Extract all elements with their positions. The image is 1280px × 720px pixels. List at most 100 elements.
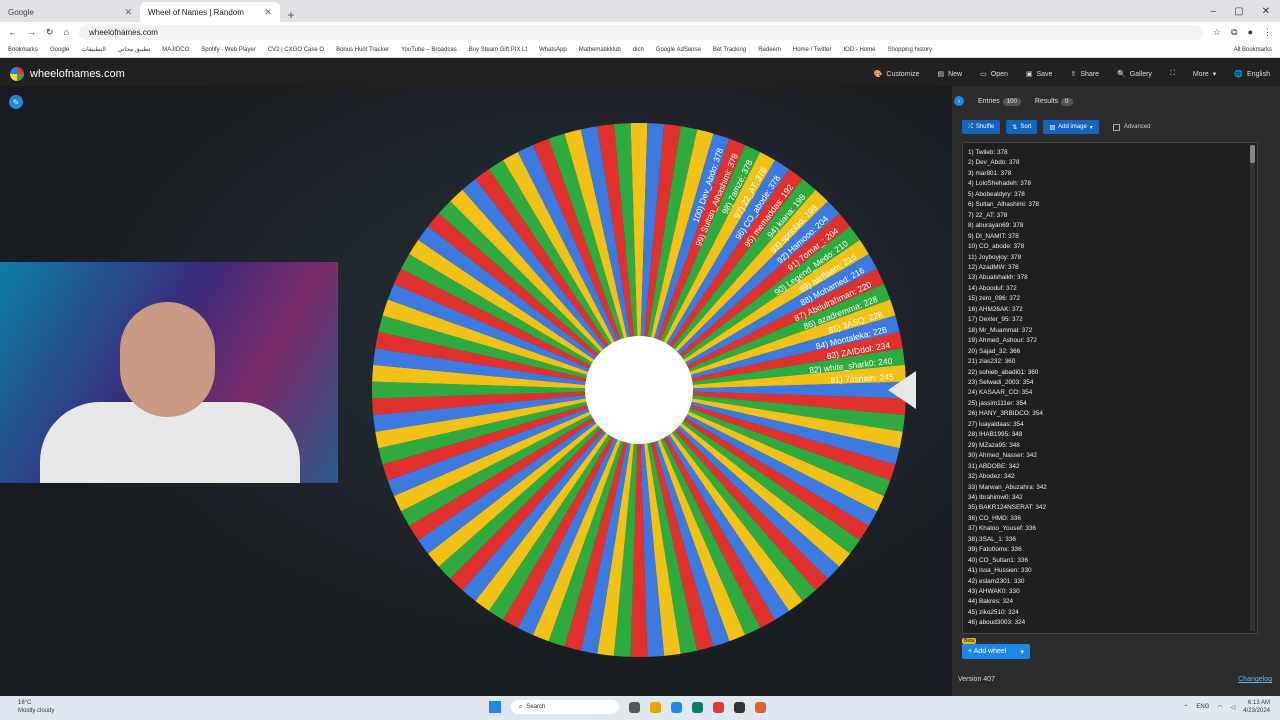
- wifi-icon[interactable]: ◠: [1217, 704, 1222, 711]
- entries-panel: › Entries 100 Results 0 ⤮ Shuffle ⇅ Sort ▨ Ad…: [952, 86, 1280, 696]
- app-icon[interactable]: [755, 701, 766, 713]
- chevron-down-icon[interactable]: ▾: [1020, 648, 1024, 656]
- volume-icon[interactable]: ◁: [1231, 704, 1236, 711]
- entry-line: 37) Khaloo_Yousef: 336: [968, 525, 1036, 533]
- all-bookmarks[interactable]: All Bookmarks: [1234, 47, 1272, 53]
- profile-avatar[interactable]: ●: [1248, 27, 1253, 37]
- wheel-center-button[interactable]: [585, 336, 693, 444]
- forward-icon[interactable]: →: [27, 27, 36, 37]
- extensions-icon[interactable]: ⧉: [1231, 27, 1237, 38]
- tab-entries[interactable]: Entries 100: [978, 97, 1021, 106]
- obs-icon[interactable]: [734, 701, 745, 713]
- close-icon[interactable]: ✕: [264, 7, 272, 18]
- entry-line: 15) zero_096: 372: [968, 295, 1020, 303]
- clock-time: 6:13 AM: [1247, 700, 1270, 706]
- entry-line: 14) Abooduf: 372: [968, 284, 1017, 292]
- bookmark-item[interactable]: Redeem: [758, 47, 781, 53]
- bookmark-item[interactable]: CV2 | CXGO Case O: [268, 47, 324, 53]
- edit-pencil-icon[interactable]: ✎: [9, 95, 23, 109]
- bookmark-item[interactable]: WhatsApp: [539, 47, 567, 53]
- site-logo[interactable]: wheelofnames.com: [10, 67, 125, 81]
- sort-button[interactable]: ⇅ Sort: [1006, 120, 1038, 134]
- advanced-checkbox[interactable]: [1112, 123, 1120, 131]
- entry-line: 23) Selwadi_2003: 354: [968, 378, 1034, 386]
- fullscreen-icon[interactable]: ⛶: [1170, 70, 1175, 78]
- menu-gallery[interactable]: 🔍 Gallery: [1117, 70, 1152, 79]
- close-window-icon[interactable]: ✕: [1262, 6, 1270, 17]
- menu-open[interactable]: ▭ Open: [980, 70, 1008, 79]
- entry-line: 12) AzadMW: 378: [968, 263, 1019, 271]
- tray-chevron-icon[interactable]: ⌃: [1183, 704, 1188, 711]
- maximize-icon[interactable]: ▢: [1234, 6, 1243, 17]
- bookmark-item[interactable]: dich: [633, 47, 644, 53]
- weather-widget[interactable]: 16°C Mostly cloudy: [18, 699, 54, 715]
- add-wheel-button[interactable]: + Add wheel ▾: [962, 644, 1030, 659]
- browser-tab-wheelofnames[interactable]: Wheel of Names | Random ✕: [140, 2, 280, 22]
- reload-icon[interactable]: ↻: [46, 27, 54, 38]
- bookmark-item[interactable]: Bonus Hunt Tracker: [336, 47, 389, 53]
- tab-results[interactable]: Results 0: [1035, 97, 1073, 106]
- menu-new[interactable]: ▤ New: [937, 70, 962, 79]
- store-icon[interactable]: [692, 701, 703, 713]
- menu-share[interactable]: ⇪ Share: [1070, 70, 1099, 79]
- edge-icon[interactable]: [671, 701, 682, 713]
- taskbar-search[interactable]: ⌕ Search: [511, 700, 619, 714]
- entries-textarea[interactable]: 1) Twileb: 378 2) Dev_Abdo: 378 3) mar801:…: [962, 142, 1258, 634]
- version-text: Version 407: [958, 676, 995, 683]
- system-tray: ⌃ ENG ◠ ◁ 6:13 AM 4/23/2024: [1183, 699, 1270, 715]
- menu-more[interactable]: More ▾: [1193, 70, 1216, 79]
- browser-menu-icon[interactable]: ⋮: [1263, 27, 1272, 38]
- back-icon[interactable]: ←: [8, 27, 17, 37]
- entry-line: 46) aboud3003: 324: [968, 619, 1026, 627]
- bookmark-item[interactable]: Google: [50, 47, 69, 53]
- taskview-icon[interactable]: [629, 701, 640, 713]
- advanced-toggle[interactable]: Advanced: [1112, 123, 1151, 131]
- sort-icon: ⇅: [1012, 124, 1018, 131]
- taskbar-center: ⌕ Search: [489, 700, 766, 714]
- minimize-icon[interactable]: –: [1211, 6, 1217, 17]
- entry-line: 18) Mr_Muammal: 372: [968, 326, 1033, 334]
- url-input[interactable]: wheelofnames.com: [78, 24, 1204, 40]
- entries-count-badge: 100: [1002, 97, 1021, 106]
- new-tab-button[interactable]: +: [280, 8, 302, 22]
- collapse-icon[interactable]: ›: [954, 96, 964, 106]
- entry-line: 2) Dev_Abdo: 378: [968, 159, 1020, 167]
- menu-language[interactable]: 🌐 English: [1234, 70, 1270, 79]
- browser-tab-google[interactable]: Google ✕: [0, 2, 140, 22]
- entry-line: 11) Joyboyjoy: 378: [968, 253, 1022, 261]
- bookmark-item[interactable]: MAJIDCO: [162, 47, 189, 53]
- scrollbar-thumb[interactable]: [1250, 145, 1255, 163]
- bookmark-item[interactable]: Google AdSense: [656, 47, 701, 53]
- bookmark-item[interactable]: Bet Tracking: [713, 47, 746, 53]
- close-icon[interactable]: ✕: [124, 7, 132, 18]
- bookmark-item[interactable]: Spotify - Web Player: [201, 47, 256, 53]
- tab-entries-label: Entries: [978, 97, 1000, 105]
- bookmark-item[interactable]: تطبيق مجاني: [118, 46, 150, 53]
- bookmark-item[interactable]: التطبيقات: [81, 46, 105, 53]
- spin-wheel[interactable]: 81) 7asnain: 24582) white_shark0: 24083)…: [372, 123, 932, 683]
- files-icon[interactable]: [650, 701, 661, 713]
- bookmark-item[interactable]: Home / Twitter: [793, 47, 832, 53]
- bookmark-item[interactable]: YouTube – Broadcas: [401, 47, 457, 53]
- entry-line: 44) Bakres: 324: [968, 598, 1014, 606]
- bookmark-item[interactable]: IOD - Home: [843, 47, 875, 53]
- menu-customize[interactable]: 🎨 Customize: [874, 70, 920, 79]
- changelog-link[interactable]: Changelog: [1238, 676, 1272, 683]
- chrome-icon[interactable]: [713, 701, 724, 713]
- clock[interactable]: 6:13 AM 4/23/2024: [1243, 699, 1270, 715]
- entry-line: 33) Marwan_Abuzahra: 342: [968, 483, 1047, 491]
- home-icon[interactable]: ⌂: [64, 27, 69, 37]
- bookmark-item[interactable]: Bookmarks: [8, 47, 38, 53]
- lang-indicator[interactable]: ENG: [1196, 704, 1209, 710]
- pinned-apps: [629, 701, 766, 713]
- bookmark-item[interactable]: Buy Steam Gift PIX Lt: [469, 47, 527, 53]
- start-button-icon[interactable]: [489, 701, 501, 713]
- star-icon[interactable]: ☆: [1213, 27, 1221, 38]
- entry-line: 21) zias232: 360: [968, 358, 1016, 366]
- bookmark-item[interactable]: Shopping history: [887, 47, 932, 53]
- bookmark-item[interactable]: Mathematikklub: [579, 47, 621, 53]
- menu-save[interactable]: ▣ Save: [1026, 70, 1053, 79]
- entries-scrollbar[interactable]: [1250, 145, 1255, 631]
- shuffle-button[interactable]: ⤮ Shuffle: [962, 120, 1001, 134]
- add-image-button[interactable]: ▨ Add image ▾: [1043, 120, 1099, 134]
